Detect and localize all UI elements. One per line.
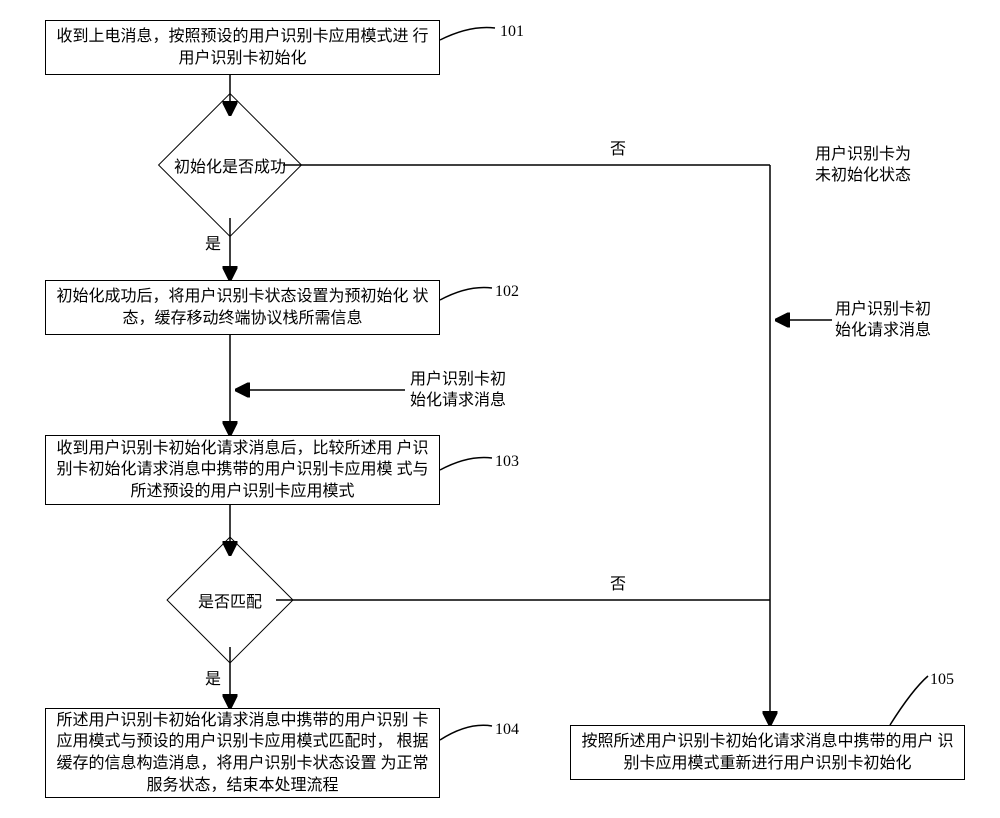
ref-104: 104 [495,720,519,741]
label-no-2: 否 [610,575,626,596]
label-init-req-right: 用户识别卡初 始化请求消息 [835,300,931,342]
decision-match-label: 是否匹配 [198,588,262,612]
step-105: 按照所述用户识别卡初始化请求消息中携带的用户 识别卡应用模式重新进行用户识别卡初… [570,725,965,780]
ref-102: 102 [495,282,519,303]
decision-init-success-label: 初始化是否成功 [174,153,286,177]
step-102: 初始化成功后，将用户识别卡状态设置为预初始化 状态，缓存移动终端协议栈所需信息 [45,280,440,335]
ref-105: 105 [930,670,954,691]
label-yes-2: 是 [205,670,221,691]
ref-103: 103 [495,452,519,473]
label-yes-1: 是 [205,235,221,256]
decision-match: 是否匹配 [160,565,300,635]
step-101: 收到上电消息，按照预设的用户识别卡应用模式进 行用户识别卡初始化 [45,20,440,75]
step-104: 所述用户识别卡初始化请求消息中携带的用户识别 卡应用模式与预设的用户识别卡应用模… [45,708,440,798]
ref-101: 101 [500,22,524,43]
decision-init-success: 初始化是否成功 [130,130,330,200]
flowchart-canvas: 收到上电消息，按照预设的用户识别卡应用模式进 行用户识别卡初始化 初始化成功后，… [0,0,1000,818]
label-uninit-state: 用户识别卡为 未初始化状态 [815,145,911,187]
label-init-req-left: 用户识别卡初 始化请求消息 [410,370,506,412]
label-no-1: 否 [610,140,626,161]
step-103: 收到用户识别卡初始化请求消息后，比较所述用 户识别卡初始化请求消息中携带的用户识… [45,435,440,505]
